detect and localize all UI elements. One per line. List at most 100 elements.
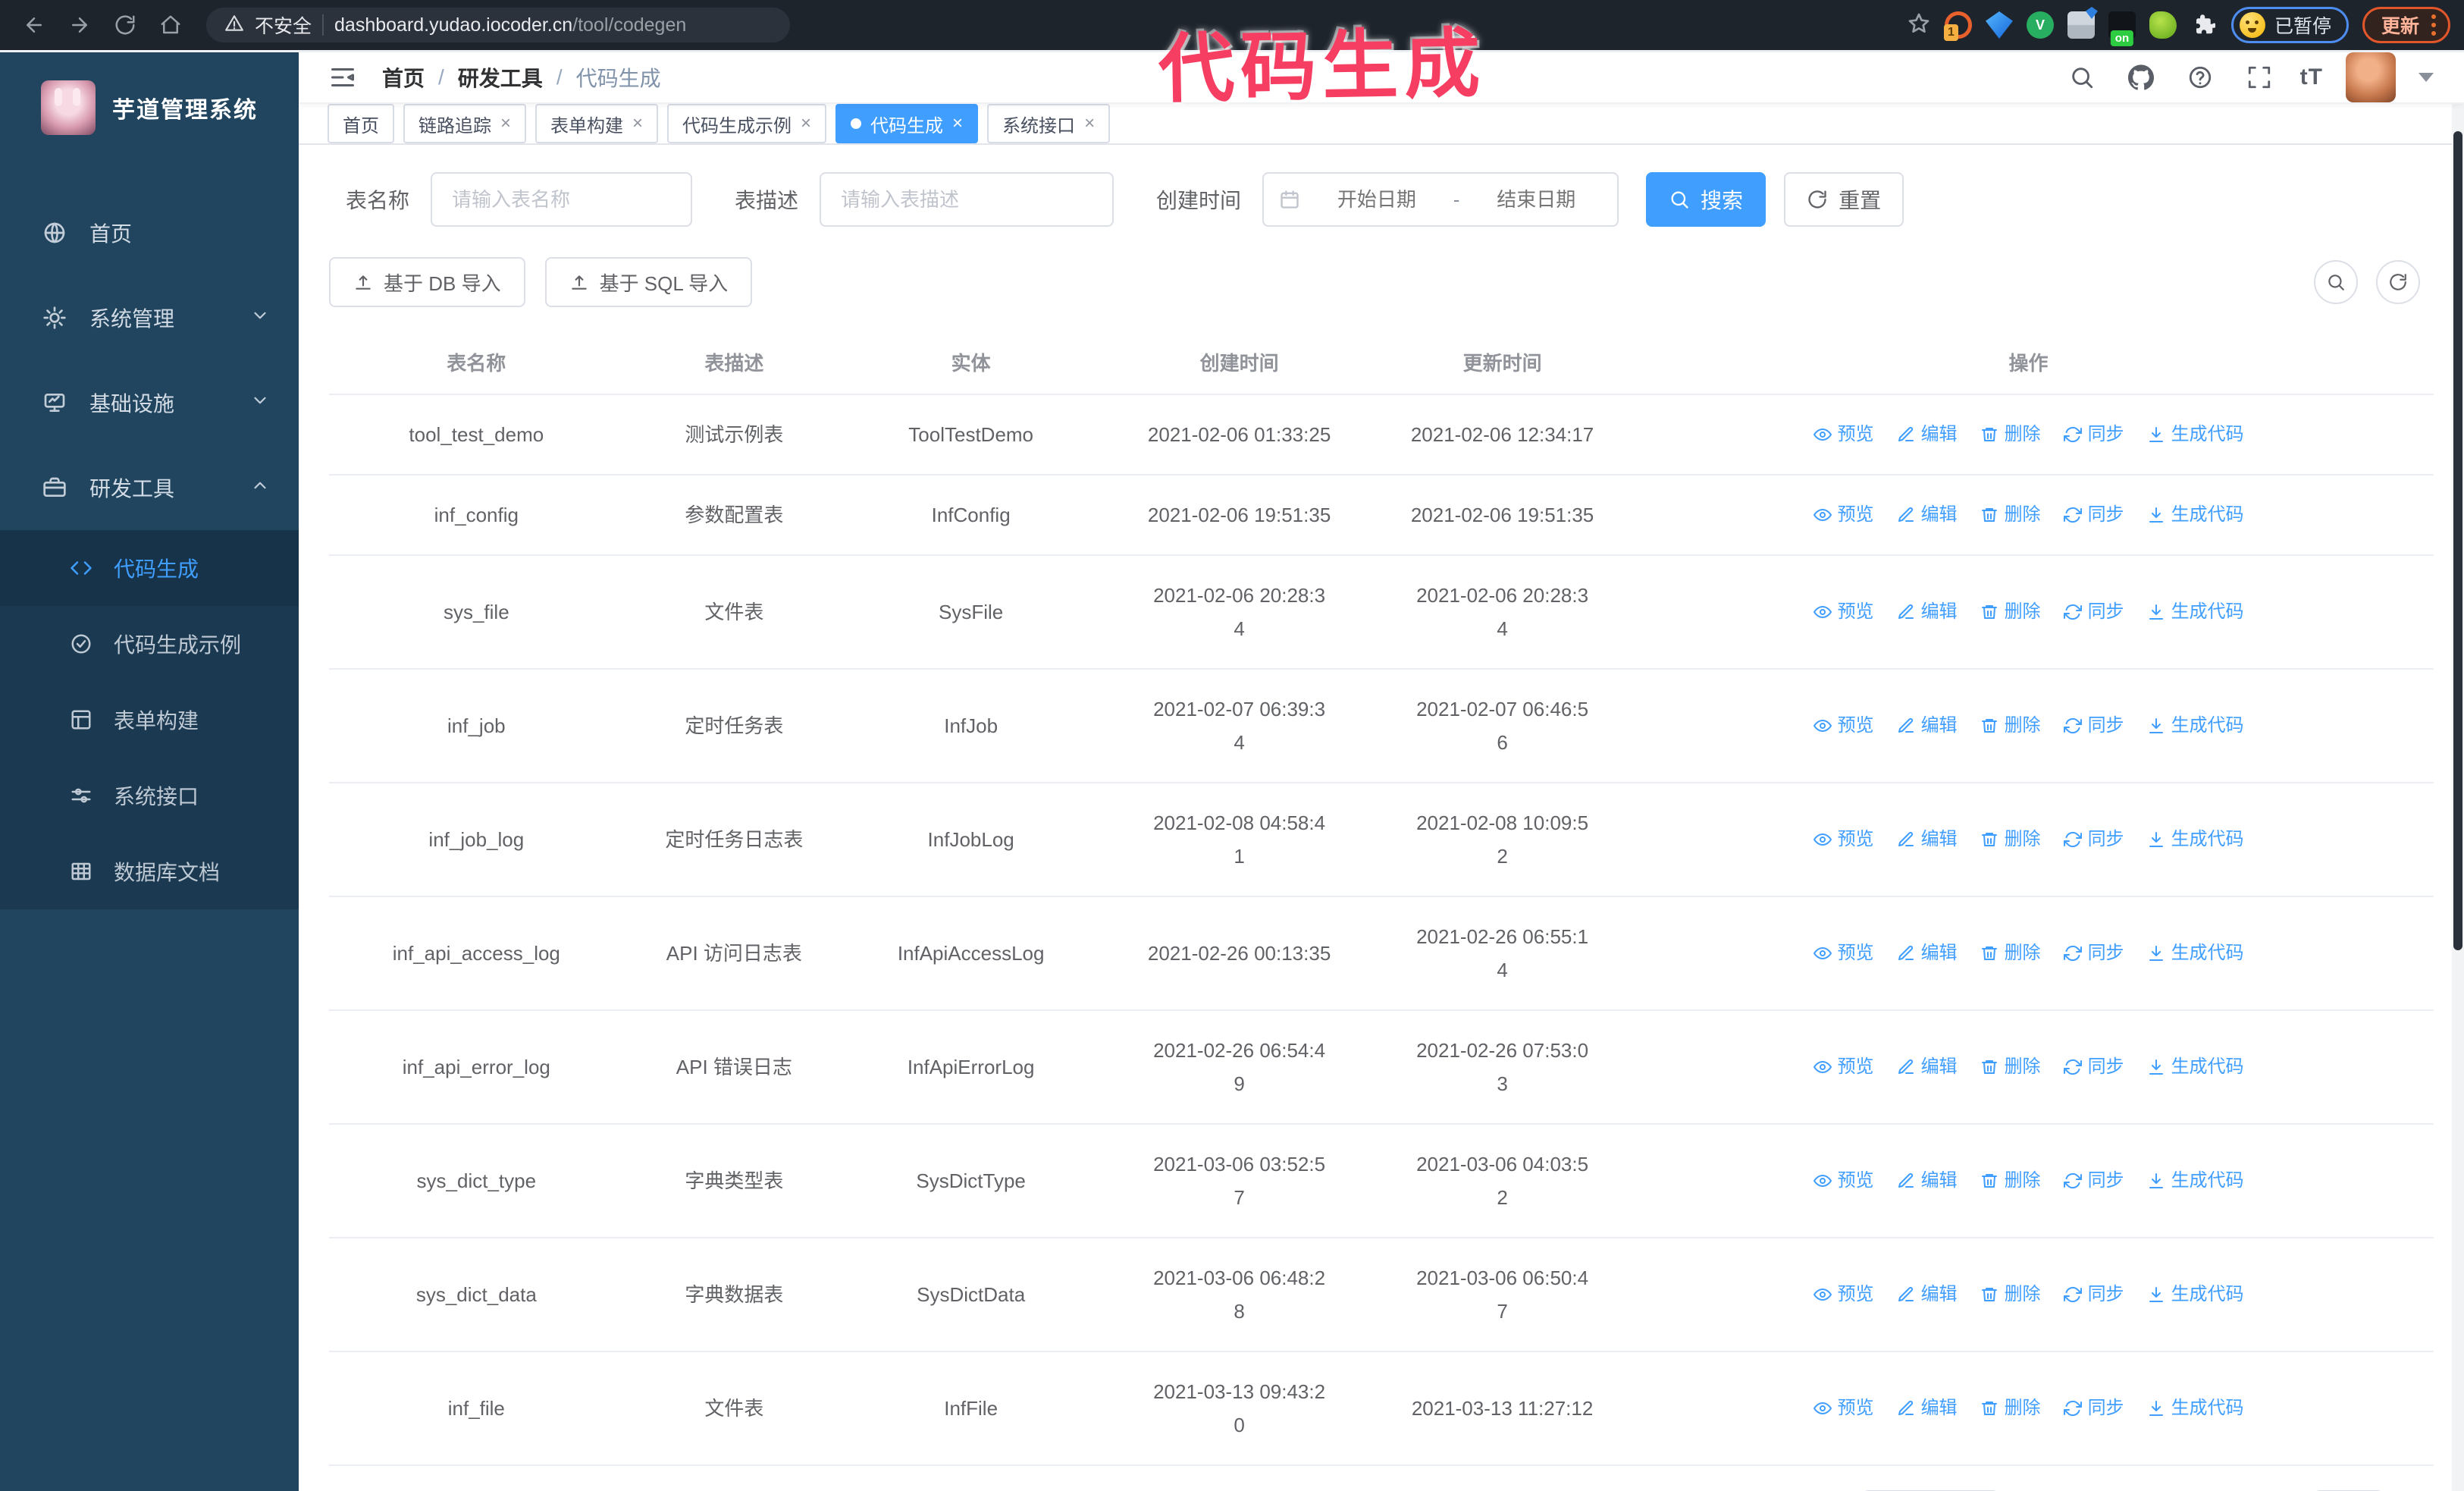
avatar-caret-icon[interactable]	[2419, 73, 2434, 82]
action-删除[interactable]: 删除	[1980, 418, 2041, 451]
action-预览[interactable]: 预览	[1813, 595, 1874, 629]
sidebar-collapse-icon[interactable]	[329, 64, 356, 91]
extensions-puzzle-icon[interactable]	[2190, 11, 2218, 39]
action-删除[interactable]: 删除	[1980, 1050, 2041, 1084]
end-date-input[interactable]	[1470, 187, 1603, 212]
security-label[interactable]: 不安全	[255, 11, 312, 39]
close-icon[interactable]: ×	[801, 115, 811, 133]
url-text[interactable]: dashboard.yudao.iocoder.cn/tool/codegen	[334, 14, 686, 36]
action-删除[interactable]: 删除	[1980, 595, 2041, 629]
action-编辑[interactable]: 编辑	[1897, 1278, 1958, 1311]
action-编辑[interactable]: 编辑	[1897, 498, 1958, 532]
sidebar-item-home[interactable]: 首页	[0, 190, 299, 275]
import-db-button[interactable]: 基于 DB 导入	[329, 257, 525, 307]
extension-icon-grid[interactable]	[2067, 11, 2095, 39]
action-同步[interactable]: 同步	[2063, 1278, 2124, 1311]
action-同步[interactable]: 同步	[2063, 823, 2124, 856]
toggle-search-button[interactable]	[2314, 260, 2358, 304]
action-同步[interactable]: 同步	[2063, 937, 2124, 970]
bookmark-star-icon[interactable]	[1907, 11, 1931, 39]
action-编辑[interactable]: 编辑	[1897, 1050, 1958, 1084]
action-生成代码[interactable]: 生成代码	[2147, 418, 2244, 451]
refresh-table-button[interactable]	[2376, 260, 2420, 304]
table-desc-input[interactable]	[820, 172, 1114, 227]
import-sql-button[interactable]: 基于 SQL 导入	[544, 257, 753, 307]
action-编辑[interactable]: 编辑	[1897, 595, 1958, 629]
sidebar-item-devtools[interactable]: 研发工具	[0, 445, 299, 530]
action-预览[interactable]: 预览	[1813, 418, 1874, 451]
action-生成代码[interactable]: 生成代码	[2147, 1278, 2244, 1311]
kebab-menu-icon[interactable]	[2431, 14, 2436, 36]
action-同步[interactable]: 同步	[2063, 498, 2124, 532]
home-icon[interactable]	[150, 5, 191, 46]
sidebar-item-form-builder[interactable]: 表单构建	[0, 682, 299, 758]
date-range-picker[interactable]: -	[1262, 172, 1619, 227]
action-同步[interactable]: 同步	[2063, 709, 2124, 742]
reset-button[interactable]: 重置	[1784, 172, 1904, 227]
extension-icon-orange[interactable]: 1	[1943, 11, 1972, 41]
action-同步[interactable]: 同步	[2063, 1164, 2124, 1198]
action-生成代码[interactable]: 生成代码	[2147, 1392, 2244, 1425]
action-删除[interactable]: 删除	[1980, 1392, 2041, 1425]
fullscreen-icon[interactable]	[2241, 59, 2277, 96]
extension-icon-gem[interactable]	[1985, 11, 2013, 39]
address-bar[interactable]: 不安全 dashboard.yudao.iocoder.cn/tool/code…	[206, 8, 790, 42]
action-预览[interactable]: 预览	[1813, 1164, 1874, 1198]
action-生成代码[interactable]: 生成代码	[2147, 823, 2244, 856]
action-删除[interactable]: 删除	[1980, 1278, 2041, 1311]
action-删除[interactable]: 删除	[1980, 937, 2041, 970]
action-预览[interactable]: 预览	[1813, 1392, 1874, 1425]
avatar[interactable]	[2346, 52, 2396, 102]
action-生成代码[interactable]: 生成代码	[2147, 1050, 2244, 1084]
action-预览[interactable]: 预览	[1813, 823, 1874, 856]
close-icon[interactable]: ×	[952, 115, 963, 133]
breadcrumb-home[interactable]: 首页	[382, 62, 425, 93]
tag-codegen[interactable]: 代码生成 ×	[835, 104, 979, 143]
action-生成代码[interactable]: 生成代码	[2147, 1164, 2244, 1198]
close-icon[interactable]: ×	[632, 115, 643, 133]
action-删除[interactable]: 删除	[1980, 709, 2041, 742]
search-button[interactable]: 搜索	[1646, 172, 1766, 227]
logo-block[interactable]: 芋道管理系统	[0, 52, 299, 163]
scrollbar-thumb[interactable]	[2453, 131, 2462, 950]
action-删除[interactable]: 删除	[1980, 498, 2041, 532]
action-编辑[interactable]: 编辑	[1897, 937, 1958, 970]
action-同步[interactable]: 同步	[2063, 595, 2124, 629]
action-预览[interactable]: 预览	[1813, 937, 1874, 970]
profile-paused-chip[interactable]: 已暂停	[2230, 7, 2349, 43]
sidebar-item-infra[interactable]: 基础设施	[0, 360, 299, 445]
extension-icon-green-check[interactable]: V	[2026, 11, 2054, 39]
sidebar-item-system[interactable]: 系统管理	[0, 275, 299, 360]
tag-home[interactable]: 首页	[328, 104, 394, 143]
action-删除[interactable]: 删除	[1980, 823, 2041, 856]
extension-icon-plant[interactable]	[2149, 11, 2177, 39]
action-预览[interactable]: 预览	[1813, 709, 1874, 742]
back-icon[interactable]	[14, 5, 55, 46]
tag-trace[interactable]: 链路追踪 ×	[403, 104, 527, 143]
action-生成代码[interactable]: 生成代码	[2147, 709, 2244, 742]
table-name-input[interactable]	[431, 172, 693, 227]
action-同步[interactable]: 同步	[2063, 1050, 2124, 1084]
github-icon[interactable]	[2123, 59, 2159, 96]
breadcrumb-devtools[interactable]: 研发工具	[458, 62, 543, 93]
action-编辑[interactable]: 编辑	[1897, 823, 1958, 856]
action-生成代码[interactable]: 生成代码	[2147, 498, 2244, 532]
font-size-icon[interactable]: tT	[2300, 64, 2323, 90]
tag-system-api[interactable]: 系统接口 ×	[987, 104, 1111, 143]
action-编辑[interactable]: 编辑	[1897, 418, 1958, 451]
close-icon[interactable]: ×	[1084, 115, 1095, 133]
tag-codegen-example[interactable]: 代码生成示例 ×	[667, 104, 827, 143]
sidebar-item-db-doc[interactable]: 数据库文档	[0, 833, 299, 909]
start-date-input[interactable]	[1311, 187, 1443, 212]
page-scrollbar[interactable]	[2452, 52, 2464, 1491]
forward-icon[interactable]	[59, 5, 100, 46]
sidebar-item-system-api[interactable]: 系统接口	[0, 758, 299, 833]
action-预览[interactable]: 预览	[1813, 498, 1874, 532]
tag-form-builder[interactable]: 表单构建 ×	[535, 104, 659, 143]
action-编辑[interactable]: 编辑	[1897, 709, 1958, 742]
action-预览[interactable]: 预览	[1813, 1278, 1874, 1311]
sidebar-item-codegen[interactable]: 代码生成	[0, 530, 299, 606]
search-icon[interactable]	[2064, 59, 2100, 96]
action-生成代码[interactable]: 生成代码	[2147, 937, 2244, 970]
action-编辑[interactable]: 编辑	[1897, 1392, 1958, 1425]
